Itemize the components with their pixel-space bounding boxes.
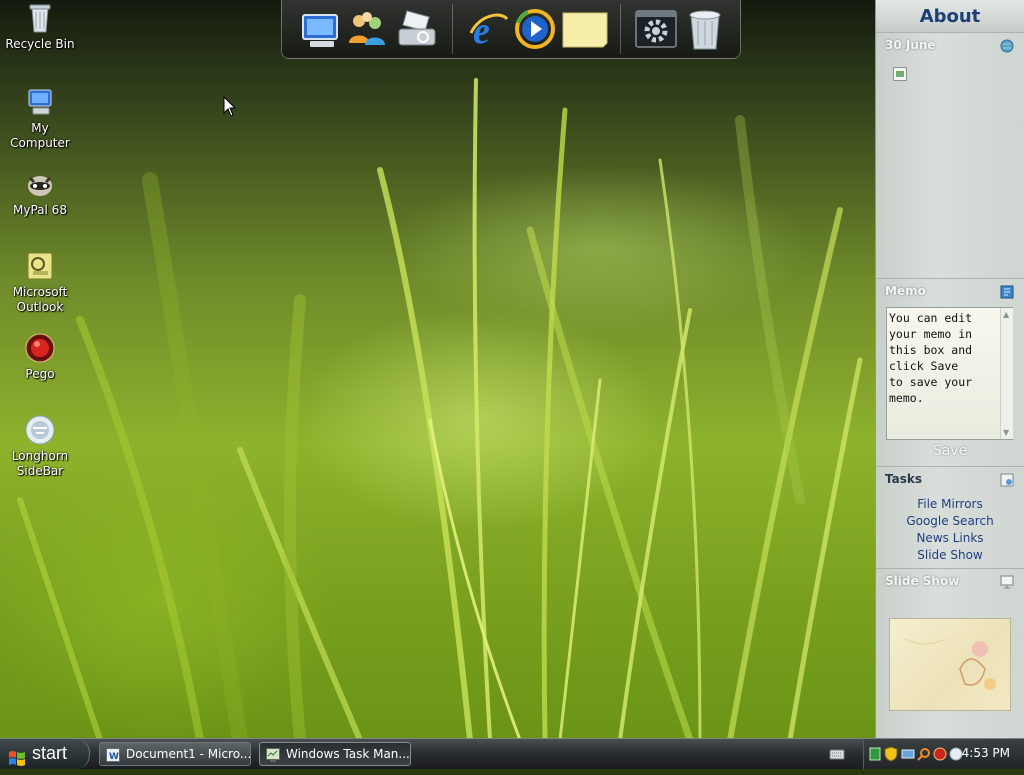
desktop-icon-longhorn-sidebar[interactable]: Longhorn SideBar xyxy=(0,414,80,479)
taskbar-window-document1[interactable]: W Document1 - Micro... xyxy=(99,742,251,766)
outlook-icon xyxy=(24,250,56,282)
pego-tray-icon[interactable] xyxy=(933,747,947,764)
dock-trash-button[interactable] xyxy=(683,7,727,51)
trash-icon xyxy=(683,10,727,54)
sidebar-about-header[interactable]: About xyxy=(876,0,1024,33)
sticky-note-icon xyxy=(560,12,610,54)
computer-icon xyxy=(300,14,344,54)
dock-printer-button[interactable] xyxy=(395,7,439,51)
slideshow-artwork xyxy=(904,638,996,690)
dock-internet-explorer-button[interactable]: e xyxy=(467,7,511,54)
dock-computer-button[interactable] xyxy=(300,7,344,51)
dock-sticky-note-button[interactable] xyxy=(560,7,610,51)
dock-control-panel-button[interactable] xyxy=(634,7,678,51)
memo-panel: Memo You can edit your memo in this box … xyxy=(876,278,1024,466)
desktop-icon-label: Recycle Bin xyxy=(5,37,75,51)
mouse-cursor-icon xyxy=(223,96,237,117)
desktop-icon-label: My Computer xyxy=(10,121,70,150)
system-tray: 4:53 PM xyxy=(863,739,1024,769)
slideshow-panel: Slide Show xyxy=(876,568,1024,738)
dock-separator xyxy=(452,4,453,54)
task-link-file-mirrors[interactable]: File Mirrors xyxy=(876,496,1024,513)
desktop-icon-outlook[interactable]: Microsoft Outlook xyxy=(0,250,80,315)
slideshow-image[interactable] xyxy=(889,618,1011,711)
keyboard-icon[interactable] xyxy=(829,747,845,764)
users-icon xyxy=(345,12,389,54)
desktop-icon-label: Pego xyxy=(25,367,55,381)
grass-wallpaper-art xyxy=(17,78,863,740)
security-shield-icon[interactable] xyxy=(884,746,898,765)
memo-textarea[interactable]: You can edit your memo in this box and c… xyxy=(886,307,1013,440)
memo-panel-title: Memo xyxy=(885,284,926,298)
tasks-panel-title: Tasks xyxy=(885,472,923,486)
slideshow-panel-screen-icon[interactable] xyxy=(1000,575,1014,589)
memo-scrollbar[interactable]: ▲ ▼ xyxy=(1000,308,1013,439)
desktop-wallpaper xyxy=(0,0,1024,740)
dock-media-player-button[interactable] xyxy=(513,7,557,51)
desktop-icon-label: Longhorn SideBar xyxy=(11,449,69,478)
memo-save-button[interactable]: Save xyxy=(876,443,1024,459)
task-link-slide-show[interactable]: Slide Show xyxy=(876,547,1024,564)
task-link-news-links[interactable]: News Links xyxy=(876,530,1024,547)
desktop-icon-label: MyPal 68 xyxy=(13,203,67,217)
sidebar-app-icon xyxy=(24,414,56,446)
desktop-icon-recycle-bin[interactable]: Recycle Bin xyxy=(0,2,80,52)
mypal-icon xyxy=(24,168,56,200)
start-button-label: start xyxy=(32,743,68,763)
internet-explorer-icon: e xyxy=(467,10,511,54)
word-icon: W xyxy=(106,747,120,762)
tray-status-icon[interactable] xyxy=(869,747,881,764)
start-button[interactable]: start xyxy=(0,739,90,769)
desktop-icon-mypal[interactable]: MyPal 68 xyxy=(0,168,80,218)
desktop-icon-pego[interactable]: Pego xyxy=(0,332,80,382)
network-icon[interactable] xyxy=(901,747,915,764)
taskbar-window-label: Document1 - Micro... xyxy=(126,747,251,761)
calendar-panel-globe-icon[interactable] xyxy=(1000,39,1014,53)
calendar-panel: 30 June xyxy=(876,32,1024,278)
taskbar-window-label: Windows Task Man... xyxy=(286,747,410,761)
search-icon[interactable] xyxy=(917,747,931,764)
task-manager-icon xyxy=(266,747,280,762)
memo-panel-notebook-icon[interactable] xyxy=(1000,285,1014,299)
control-panel-icon xyxy=(634,10,678,54)
longhorn-sidebar: About 30 June Memo You can edit your mem… xyxy=(875,0,1024,738)
svg-text:W: W xyxy=(109,752,119,762)
taskbar: start W Document1 - Micro... Windows Tas… xyxy=(0,738,1024,769)
slideshow-panel-title: Slide Show xyxy=(885,574,960,588)
dock-separator xyxy=(620,4,621,54)
taskbar-window-task-manager[interactable]: Windows Task Man... xyxy=(259,742,411,766)
recycle-bin-icon xyxy=(24,2,56,34)
tasks-panel-clipboard-icon[interactable] xyxy=(1000,473,1014,487)
scroll-up-arrow-icon[interactable]: ▲ xyxy=(1003,310,1009,319)
quick-launch-dock: e xyxy=(281,0,741,59)
computer-icon xyxy=(24,86,56,118)
pego-icon xyxy=(24,332,56,364)
desktop-icon-label: Microsoft Outlook xyxy=(12,285,68,314)
media-player-icon xyxy=(513,9,557,54)
scroll-down-arrow-icon[interactable]: ▼ xyxy=(1003,428,1009,437)
printer-icon xyxy=(395,10,439,54)
tasks-link-list: File Mirrors Google Search News Links Sl… xyxy=(876,496,1024,564)
calendar-panel-title: 30 June xyxy=(885,38,936,52)
taskbar-clock[interactable]: 4:53 PM xyxy=(962,739,1010,768)
dock-users-button[interactable] xyxy=(345,7,389,51)
tasks-panel: Tasks File Mirrors Google Search News Li… xyxy=(876,466,1024,568)
task-link-google-search[interactable]: Google Search xyxy=(876,513,1024,530)
desktop-icon-my-computer[interactable]: My Computer xyxy=(0,86,80,151)
calendar-image-icon xyxy=(893,67,907,84)
windows-logo-icon xyxy=(8,746,26,775)
